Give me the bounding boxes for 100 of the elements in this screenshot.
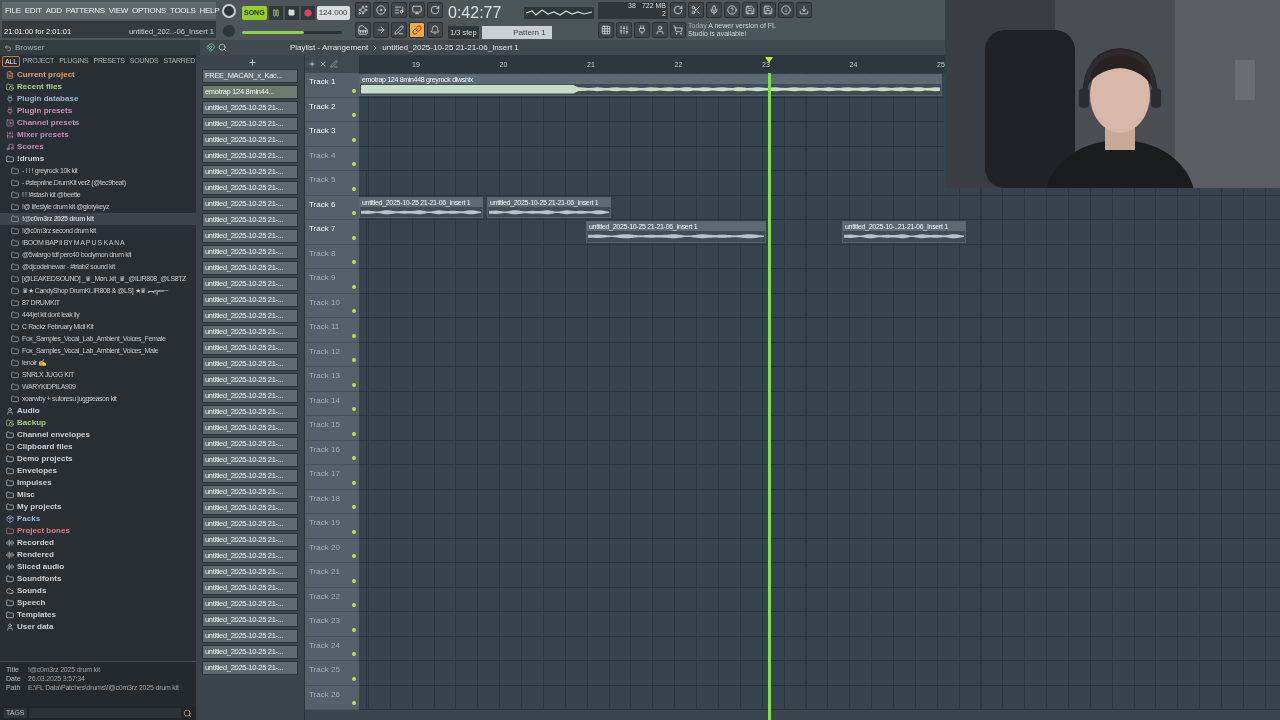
browser-item[interactable]: Rendered	[0, 549, 196, 561]
pen-button[interactable]	[391, 22, 407, 38]
browser-item[interactable]: Project bones	[0, 525, 196, 537]
add-icon[interactable]	[247, 57, 257, 67]
info-button[interactable]	[778, 2, 794, 19]
led-icon[interactable]	[352, 284, 356, 289]
track-header[interactable]: Track 4	[305, 146, 359, 171]
menu-item[interactable]: ADD	[45, 4, 62, 17]
track-header[interactable]: Track 11	[305, 318, 359, 343]
led-icon[interactable]	[352, 333, 356, 338]
download-button[interactable]	[796, 2, 812, 19]
browser-item[interactable]: My projects	[0, 501, 196, 513]
led-icon[interactable]	[352, 505, 356, 509]
led-icon[interactable]	[352, 260, 356, 264]
grid-button[interactable]	[598, 22, 614, 39]
track-header[interactable]: Track 25	[305, 661, 359, 686]
browser-item[interactable]: Sounds	[0, 585, 196, 597]
mixer-button[interactable]	[616, 22, 632, 39]
track-header[interactable]: Track 8	[305, 244, 359, 269]
browser-item[interactable]: Sliced audio	[0, 561, 196, 573]
browser-item[interactable]: User data	[0, 621, 196, 633]
track-header[interactable]: Track 3	[305, 122, 359, 147]
menu-item[interactable]: OPTIONS	[132, 4, 166, 17]
pen-icon[interactable]	[330, 60, 338, 68]
browser-item[interactable]: Backup	[0, 417, 196, 429]
led-icon[interactable]	[352, 407, 356, 411]
pattern-selector[interactable]: Pattern 1	[481, 26, 552, 40]
browser-item[interactable]: Recent files	[0, 81, 196, 93]
list-button[interactable]	[391, 2, 407, 18]
browser-item[interactable]: Clipboard files	[0, 441, 196, 453]
track-header[interactable]: Track 12	[305, 342, 359, 367]
magnet-icon[interactable]	[206, 43, 215, 52]
person-button[interactable]	[652, 22, 668, 39]
browser-item[interactable]: Soundfonts	[0, 573, 196, 585]
stop-button[interactable]	[284, 5, 299, 20]
led-icon[interactable]	[352, 652, 356, 656]
browser-item[interactable]: Packs	[0, 513, 196, 525]
browser-item[interactable]: Mixer presets	[0, 129, 196, 141]
led-icon[interactable]	[352, 137, 356, 142]
track-header[interactable]: Track 13	[305, 367, 359, 392]
browser-item[interactable]: Scores	[0, 141, 196, 153]
knob-icon[interactable]	[222, 3, 236, 18]
menu-item[interactable]: VIEW	[108, 4, 129, 17]
search-icon[interactable]	[218, 43, 227, 52]
track-header[interactable]: Track 14	[305, 391, 359, 416]
pause-button[interactable]	[268, 5, 283, 20]
track-header[interactable]: Track 5	[305, 171, 359, 196]
browser-item[interactable]: Plugin database	[0, 93, 196, 105]
cart-button[interactable]	[670, 22, 686, 39]
track-header[interactable]: Track 26	[305, 685, 359, 710]
browser-item[interactable]: Plugin presets	[0, 105, 196, 117]
plug-button[interactable]	[634, 22, 650, 39]
led-icon[interactable]	[352, 358, 356, 362]
close-icon[interactable]	[319, 60, 327, 68]
track-header[interactable]: Track 24	[305, 636, 359, 661]
tempo-display[interactable]: 124.000	[316, 5, 350, 20]
browser-item[interactable]: Channel presets	[0, 117, 196, 129]
track-header[interactable]: Track 2	[305, 97, 359, 122]
rotate-button[interactable]	[670, 2, 686, 19]
back-icon[interactable]	[4, 43, 12, 52]
browser-item[interactable]: Audio	[0, 405, 196, 417]
track-header[interactable]: Track 21	[305, 563, 359, 588]
led-icon[interactable]	[352, 162, 356, 166]
track-header[interactable]: Track 20	[305, 538, 359, 563]
microphone-button[interactable]	[706, 2, 722, 19]
track-header[interactable]: Track 17	[305, 465, 359, 490]
browser-item[interactable]: Impulses	[0, 477, 196, 489]
browser-item[interactable]: Demo projects	[0, 453, 196, 465]
track-header[interactable]: Track 7	[305, 220, 359, 245]
loop-button[interactable]	[427, 2, 443, 18]
browser-item[interactable]: Current project	[0, 69, 196, 81]
track-header[interactable]: Track 6	[305, 195, 359, 220]
led-icon[interactable]	[352, 431, 356, 436]
menu-item[interactable]: EDIT	[24, 4, 42, 17]
menu-item[interactable]: TOOLS	[170, 4, 196, 17]
link-button[interactable]	[409, 22, 425, 38]
save-button[interactable]	[742, 2, 758, 19]
led-icon[interactable]	[352, 480, 356, 485]
led-icon[interactable]	[352, 627, 356, 632]
track-header[interactable]: Track 15	[305, 416, 359, 441]
master-volume-slider[interactable]	[242, 31, 342, 35]
track-header[interactable]: Track 22	[305, 587, 359, 612]
bell-button[interactable]	[427, 22, 443, 38]
led-icon[interactable]	[352, 235, 356, 240]
piano-button[interactable]	[355, 22, 371, 38]
browser-item[interactable]: Channel envelopes	[0, 429, 196, 441]
browser-item[interactable]: Envelopes	[0, 465, 196, 477]
track-header[interactable]: Track 9	[305, 269, 359, 294]
led-icon[interactable]	[352, 676, 356, 681]
help-button[interactable]	[724, 2, 740, 19]
track-header[interactable]: Track 16	[305, 440, 359, 465]
browser-item[interactable]: !drums	[0, 153, 196, 165]
led-icon[interactable]	[352, 382, 356, 387]
search-icon[interactable]	[183, 708, 192, 718]
scissors-button[interactable]	[688, 2, 704, 19]
arrow-button[interactable]	[373, 22, 389, 38]
led-icon[interactable]	[352, 211, 356, 215]
track-header[interactable]: Track 23	[305, 612, 359, 637]
menu-item[interactable]: PATTERNS	[65, 4, 105, 17]
led-icon[interactable]	[352, 529, 356, 534]
